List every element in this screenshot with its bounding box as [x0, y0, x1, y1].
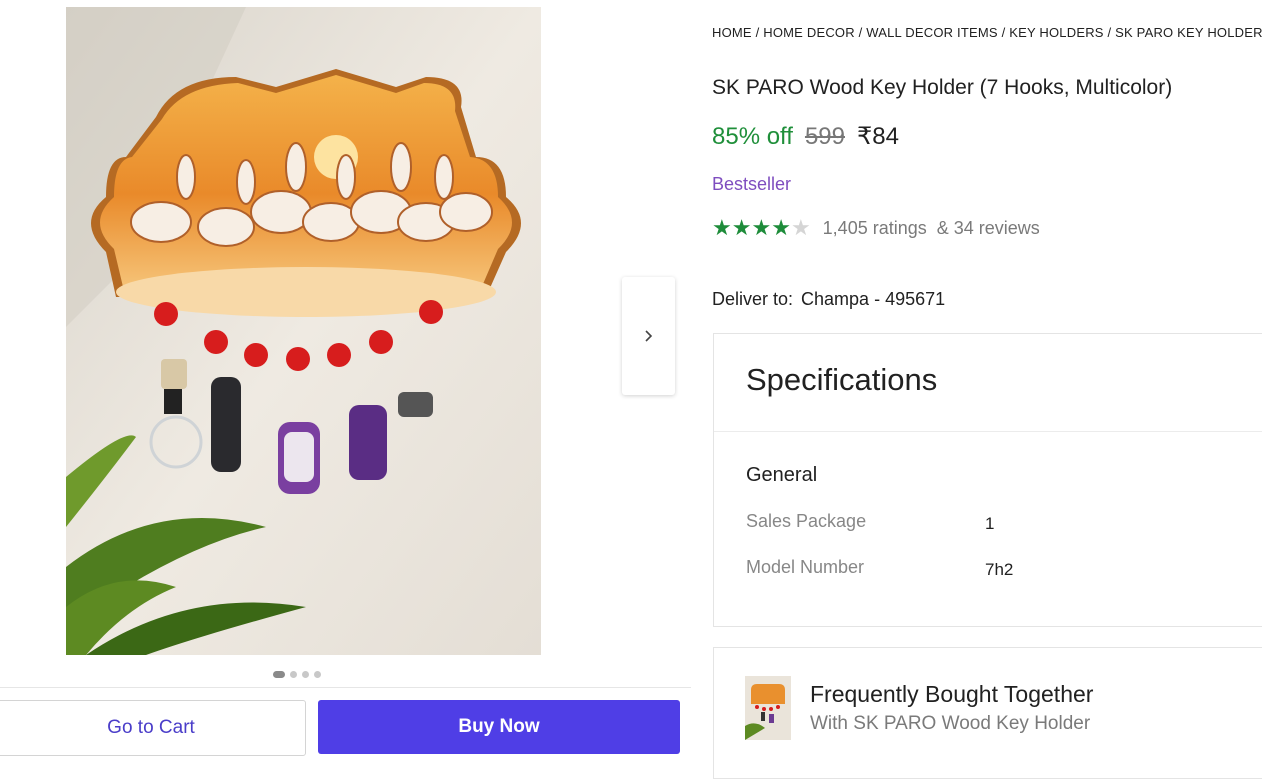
breadcrumb-item[interactable]: SK PARO KEY HOLDERS — [1115, 25, 1262, 40]
gallery-dot[interactable] — [314, 671, 321, 678]
product-image[interactable] — [66, 7, 541, 655]
product-thumbnail-icon — [745, 676, 791, 740]
specifications-heading: Specifications — [746, 362, 938, 397]
gallery-next-button[interactable] — [622, 277, 675, 395]
buy-now-button[interactable]: Buy Now — [318, 700, 680, 754]
breadcrumb-separator: / — [1103, 25, 1116, 40]
star-filled-icon: ★ — [712, 215, 732, 240]
gallery-dot[interactable] — [273, 671, 285, 678]
breadcrumb-item[interactable]: WALL DECOR ITEMS — [866, 25, 998, 40]
breadcrumb-item[interactable]: KEY HOLDERS — [1009, 25, 1103, 40]
reviews-count: & 34 reviews — [936, 217, 1040, 238]
spec-value: 1 — [985, 514, 995, 533]
divider — [714, 431, 1262, 432]
fbt-subtitle: With SK PARO Wood Key Holder — [810, 713, 1091, 734]
gallery-dot[interactable] — [302, 671, 309, 678]
spec-group-title: General — [746, 464, 818, 486]
product-photo — [66, 7, 541, 655]
specifications-card: Specifications General Sales Package 1 M… — [713, 333, 1262, 627]
original-price: 599 — [804, 123, 845, 150]
breadcrumb-item[interactable]: HOME DECOR — [763, 25, 855, 40]
breadcrumb-separator: / — [751, 25, 764, 40]
price-row: 85% off 599 ₹84 — [712, 122, 899, 151]
star-empty-icon: ★ — [790, 215, 811, 240]
star-filled-icon: ★ — [751, 215, 772, 240]
spec-key: Sales Package — [746, 511, 867, 531]
action-bar: Go to Cart Buy Now — [0, 687, 691, 761]
gallery-dots — [273, 671, 321, 678]
fbt-title: Frequently Bought Together — [810, 681, 1094, 707]
star-filled-icon: ★ — [771, 215, 791, 240]
breadcrumb-separator: / — [854, 25, 867, 40]
discount-percent: 85% off — [712, 123, 793, 150]
star-filled-icon: ★ — [731, 215, 752, 240]
gallery-dot[interactable] — [290, 671, 297, 678]
breadcrumb-item[interactable]: HOME — [712, 25, 752, 40]
frequently-bought-together-card[interactable]: Frequently Bought Together With SK PARO … — [713, 647, 1262, 779]
selling-price: ₹84 — [857, 123, 899, 150]
spec-key: Model Number — [746, 557, 865, 577]
delivery-location[interactable]: Champa - 495671 — [801, 289, 945, 309]
chevron-right-icon — [644, 330, 652, 342]
spec-value: 7h2 — [985, 560, 1014, 579]
breadcrumb-separator: / — [997, 25, 1010, 40]
go-to-cart-button[interactable]: Go to Cart — [0, 700, 306, 756]
rating-row[interactable]: ★ ★ ★ ★ ★ 1,405 ratings & 34 reviews — [712, 217, 1040, 239]
star-rating: ★ ★ ★ ★ ★ — [712, 217, 811, 239]
product-title: SK PARO Wood Key Holder (7 Hooks, Multic… — [712, 76, 1173, 99]
bestseller-badge: Bestseller — [712, 174, 792, 194]
fbt-thumbnail — [745, 676, 791, 740]
deliver-to-label: Deliver to: — [712, 289, 794, 309]
delivery-row[interactable]: Deliver to: Champa - 495671 — [712, 289, 945, 310]
ratings-count: 1,405 ratings — [822, 217, 927, 238]
breadcrumb: HOME / HOME DECOR / WALL DECOR ITEMS / K… — [712, 25, 1262, 40]
